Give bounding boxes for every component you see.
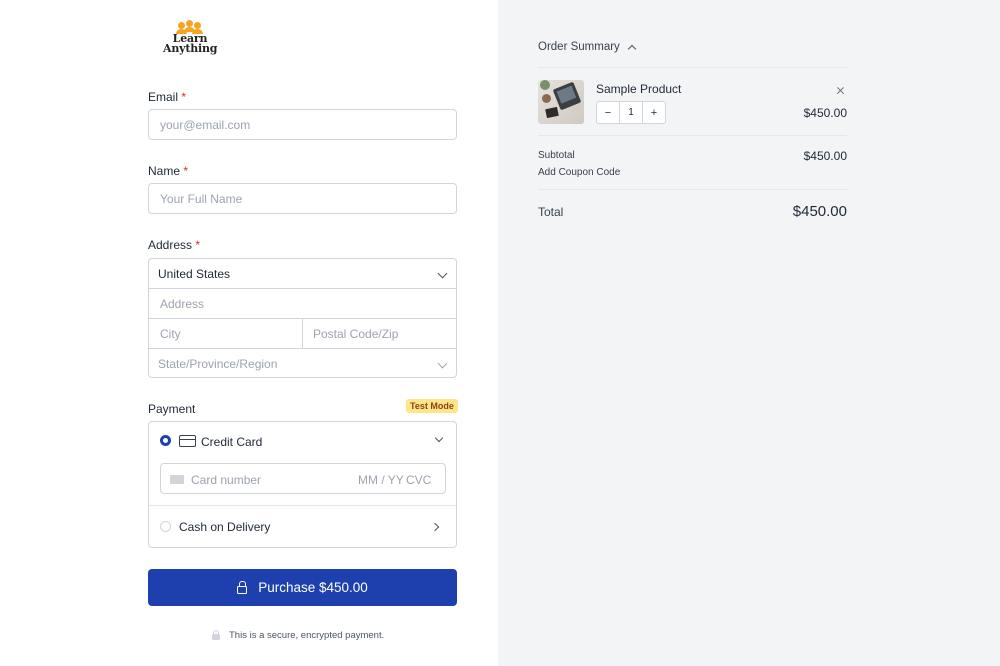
address-line-input[interactable]: Address — [149, 289, 456, 319]
credit-card-radio[interactable] — [160, 435, 171, 446]
required-asterisk: * — [183, 164, 189, 178]
increase-quantity-button[interactable]: + — [643, 102, 665, 123]
line-item-price: $450.00 — [803, 106, 847, 120]
remove-item-icon[interactable] — [835, 84, 847, 96]
expiry-placeholder: MM / YY — [358, 473, 404, 487]
cvc-placeholder: CVC — [406, 473, 432, 487]
logo-line2: Anything — [163, 42, 218, 55]
secure-note: This is a secure, encrypted payment. — [212, 630, 384, 641]
email-label: Email * — [148, 90, 187, 104]
payment-methods: Credit Card Card number MM / YY CVC Cash… — [148, 421, 457, 548]
divider — [538, 135, 847, 136]
address-placeholder: Address — [160, 296, 205, 311]
quantity-stepper: − 1 + — [596, 101, 666, 124]
learn-anything-logo: Learn Anything — [163, 20, 217, 58]
address-label: Address * — [148, 238, 201, 252]
credit-card-label: Credit Card — [201, 435, 263, 449]
lock-icon — [212, 630, 220, 640]
email-field-box — [148, 109, 457, 140]
name-field[interactable] — [149, 184, 456, 213]
product-name: Sample Product — [596, 82, 682, 96]
subtotal-label: Subtotal — [538, 150, 575, 161]
total-value: $450.00 — [792, 203, 847, 220]
purchase-label: Purchase $450.00 — [258, 580, 368, 595]
city-input[interactable]: City — [151, 319, 303, 348]
checkout-form-panel: Learn Anything Email * Name * Address * … — [0, 0, 498, 666]
cash-on-delivery-option[interactable]: Cash on Delivery — [149, 506, 456, 548]
card-icon — [170, 475, 184, 484]
subtotal-value: $450.00 — [803, 149, 847, 163]
order-summary-toggle[interactable]: Order Summary — [538, 41, 637, 53]
cod-radio[interactable] — [160, 521, 171, 532]
credit-card-option[interactable]: Credit Card — [149, 422, 456, 460]
quantity-value[interactable]: 1 — [619, 102, 643, 123]
total-label: Total — [538, 205, 564, 219]
divider — [538, 67, 847, 68]
address-group: United States Address City Postal Code/Z… — [148, 258, 457, 378]
card-number-input[interactable]: Card number MM / YY CVC — [160, 463, 446, 494]
credit-card-icon — [179, 435, 196, 447]
lock-icon — [237, 580, 248, 594]
order-summary-title: Order Summary — [538, 41, 620, 53]
chevron-up-icon — [627, 44, 637, 53]
required-asterisk: * — [181, 90, 187, 104]
card-number-placeholder: Card number — [191, 473, 262, 487]
add-coupon-link[interactable]: Add Coupon Code — [538, 167, 620, 178]
test-mode-badge: Test Mode — [406, 399, 458, 413]
divider — [538, 189, 847, 190]
state-select[interactable]: State/Province/Region — [149, 349, 456, 379]
required-asterisk: * — [195, 238, 201, 252]
name-field-box — [148, 183, 457, 214]
decrease-quantity-button[interactable]: − — [597, 102, 619, 123]
country-select[interactable]: United States — [149, 259, 456, 289]
payment-label: Payment — [148, 402, 196, 416]
product-thumbnail — [538, 80, 584, 124]
email-field[interactable] — [149, 110, 456, 139]
chevron-down-icon — [434, 433, 444, 443]
cod-label: Cash on Delivery — [179, 520, 271, 534]
city-postal-row: City Postal Code/Zip — [149, 319, 456, 349]
name-label: Name * — [148, 164, 189, 178]
postal-code-input[interactable]: Postal Code/Zip — [304, 319, 458, 348]
state-placeholder: State/Province/Region — [158, 357, 278, 371]
country-value: United States — [158, 266, 231, 281]
purchase-button[interactable]: Purchase $450.00 — [148, 569, 457, 606]
people-icon — [163, 20, 217, 34]
